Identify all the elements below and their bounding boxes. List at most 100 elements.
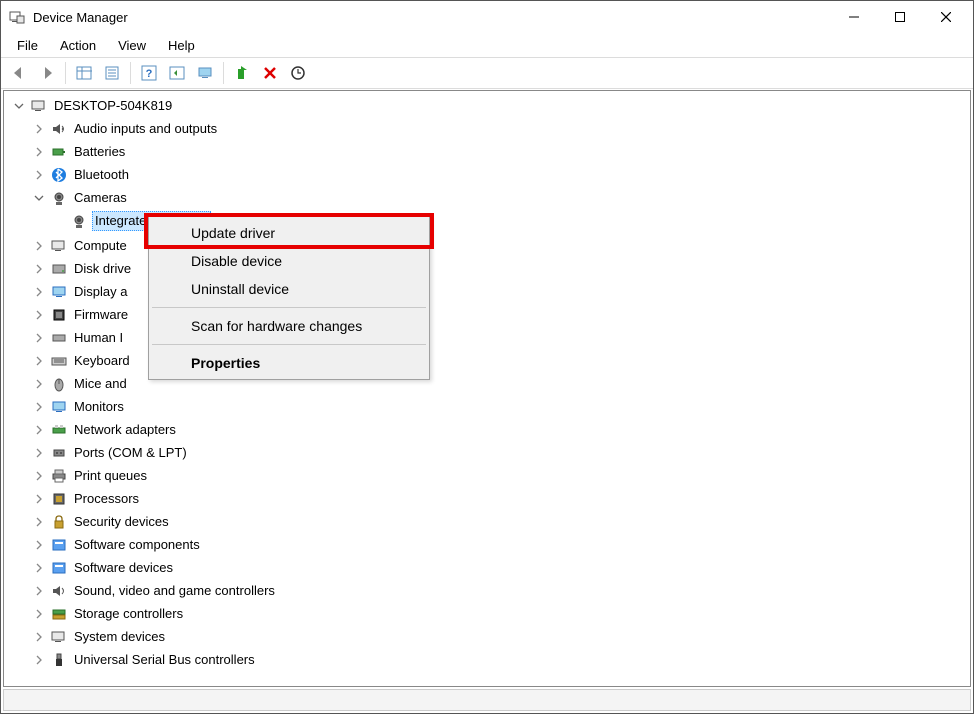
chevron-right-icon[interactable] <box>32 400 46 414</box>
status-bar <box>3 689 971 711</box>
chevron-down-icon[interactable] <box>12 99 26 113</box>
chevron-right-icon[interactable] <box>32 122 46 136</box>
ctx-update-driver[interactable]: Update driver <box>151 219 427 247</box>
device-tree[interactable]: DESKTOP-504K819 Audio inputs and outputs… <box>3 90 971 687</box>
chevron-right-icon[interactable] <box>32 308 46 322</box>
tree-node-security[interactable]: Security devices <box>32 511 171 533</box>
camera-icon <box>50 189 68 207</box>
chevron-right-icon[interactable] <box>32 653 46 667</box>
menu-help[interactable]: Help <box>158 36 205 55</box>
close-button[interactable] <box>923 1 969 33</box>
ctx-scan[interactable]: Scan for hardware changes <box>151 312 427 340</box>
window-title: Device Manager <box>33 10 128 25</box>
tree-node-batteries[interactable]: Batteries <box>32 141 127 163</box>
tree-node-display-adapters[interactable]: Display a <box>32 281 129 303</box>
tree-node-sound[interactable]: Sound, video and game controllers <box>32 580 277 602</box>
chevron-right-icon[interactable] <box>32 423 46 437</box>
title-bar: Device Manager <box>1 1 973 33</box>
tree-node-hid[interactable]: Human I <box>32 327 125 349</box>
keyboard-icon <box>50 352 68 370</box>
tree-node-bluetooth[interactable]: Bluetooth <box>32 164 131 186</box>
tree-node-audio[interactable]: Audio inputs and outputs <box>32 118 219 140</box>
battery-icon <box>50 143 68 161</box>
tree-node-software-components[interactable]: Software components <box>32 534 202 556</box>
minimize-button[interactable] <box>831 1 877 33</box>
camera-icon <box>70 212 88 230</box>
tree-node-disk-drives[interactable]: Disk drive <box>32 258 133 280</box>
chevron-right-icon[interactable] <box>32 354 46 368</box>
tree-node-monitors[interactable]: Monitors <box>32 396 126 418</box>
chevron-right-icon[interactable] <box>32 630 46 644</box>
chevron-right-icon[interactable] <box>32 515 46 529</box>
tree-node-print-queues[interactable]: Print queues <box>32 465 149 487</box>
tree-node-cameras[interactable]: Cameras <box>32 187 129 209</box>
properties-button[interactable] <box>98 60 126 86</box>
scan-hardware-button[interactable] <box>284 60 312 86</box>
show-hidden-button[interactable] <box>191 60 219 86</box>
ctx-properties[interactable]: Properties <box>151 349 427 377</box>
context-menu: Update driver Disable device Uninstall d… <box>148 216 430 380</box>
printer-icon <box>50 467 68 485</box>
maximize-button[interactable] <box>877 1 923 33</box>
tree-root-node[interactable]: DESKTOP-504K819 <box>12 95 174 117</box>
tree-node-computer[interactable]: Compute <box>32 235 129 257</box>
chevron-right-icon[interactable] <box>32 607 46 621</box>
chevron-right-icon[interactable] <box>32 584 46 598</box>
computer-icon <box>30 97 48 115</box>
update-driver-button[interactable] <box>228 60 256 86</box>
tree-node-storage[interactable]: Storage controllers <box>32 603 185 625</box>
device-manager-window: Device Manager File Action View Help <box>0 0 974 714</box>
chevron-right-icon[interactable] <box>32 262 46 276</box>
mouse-icon <box>50 375 68 393</box>
tree-node-mice[interactable]: Mice and <box>32 373 129 395</box>
forward-button[interactable] <box>33 60 61 86</box>
root-label: DESKTOP-504K819 <box>52 95 174 117</box>
chevron-right-icon[interactable] <box>32 538 46 552</box>
chevron-right-icon[interactable] <box>32 377 46 391</box>
uninstall-button[interactable] <box>256 60 284 86</box>
ctx-uninstall-device[interactable]: Uninstall device <box>151 275 427 303</box>
back-button[interactable] <box>5 60 33 86</box>
toolbar: ? <box>1 57 973 89</box>
tree-node-system-devices[interactable]: System devices <box>32 626 167 648</box>
speaker-icon <box>50 120 68 138</box>
ctx-separator <box>152 344 426 345</box>
disk-icon <box>50 260 68 278</box>
tree-node-ports[interactable]: Ports (COM & LPT) <box>32 442 189 464</box>
chevron-right-icon[interactable] <box>32 561 46 575</box>
tree-node-keyboards[interactable]: Keyboard <box>32 350 132 372</box>
chevron-right-icon[interactable] <box>32 469 46 483</box>
tree-node-network[interactable]: Network adapters <box>32 419 178 441</box>
computer-icon <box>50 237 68 255</box>
processor-icon <box>50 490 68 508</box>
help-button[interactable]: ? <box>135 60 163 86</box>
tree-node-processors[interactable]: Processors <box>32 488 141 510</box>
display-adapter-icon <box>50 283 68 301</box>
software-icon <box>50 536 68 554</box>
software-icon <box>50 559 68 577</box>
chevron-right-icon[interactable] <box>32 492 46 506</box>
chevron-right-icon[interactable] <box>32 168 46 182</box>
chevron-right-icon[interactable] <box>32 285 46 299</box>
chevron-right-icon[interactable] <box>32 446 46 460</box>
network-icon <box>50 421 68 439</box>
refresh-button[interactable] <box>163 60 191 86</box>
chevron-right-icon[interactable] <box>32 145 46 159</box>
menu-action[interactable]: Action <box>50 36 106 55</box>
show-details-button[interactable] <box>70 60 98 86</box>
port-icon <box>50 444 68 462</box>
menu-view[interactable]: View <box>108 36 156 55</box>
system-icon <box>50 628 68 646</box>
chip-icon <box>50 306 68 324</box>
menu-bar: File Action View Help <box>1 33 973 57</box>
tree-node-software-devices[interactable]: Software devices <box>32 557 175 579</box>
menu-file[interactable]: File <box>7 36 48 55</box>
ctx-disable-device[interactable]: Disable device <box>151 247 427 275</box>
chevron-right-icon[interactable] <box>32 331 46 345</box>
tree-node-firmware[interactable]: Firmware <box>32 304 130 326</box>
tree-node-usb[interactable]: Universal Serial Bus controllers <box>32 649 257 671</box>
monitor-icon <box>50 398 68 416</box>
svg-text:?: ? <box>146 68 153 80</box>
chevron-down-icon[interactable] <box>32 191 46 205</box>
chevron-right-icon[interactable] <box>32 239 46 253</box>
